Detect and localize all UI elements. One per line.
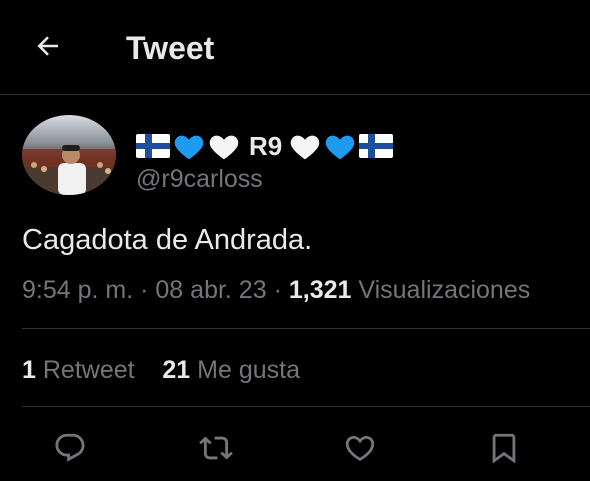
flag-finland-icon: [359, 134, 394, 158]
author-display-name[interactable]: R9: [136, 128, 394, 164]
avatar-photo: [22, 115, 116, 195]
blue-heart-icon: [174, 135, 204, 160]
likes-stat[interactable]: 21 Me gusta: [162, 356, 300, 384]
reply-icon: [55, 433, 85, 462]
back-button[interactable]: [30, 28, 66, 64]
tweet-stats: 1 Retweet 21 Me gusta: [22, 351, 300, 389]
flag-finland-icon: [136, 134, 170, 158]
author-name: R9: [249, 130, 283, 161]
page-title: Tweet: [126, 30, 215, 66]
tweet-time[interactable]: 9:54 p. m.: [22, 276, 133, 304]
views-count: 1,321: [288, 276, 352, 304]
top-bar: Tweet: [0, 0, 590, 95]
meta-separator: ·: [273, 276, 282, 304]
white-heart-icon: [209, 135, 239, 160]
like-button[interactable]: [340, 428, 380, 468]
author-handle[interactable]: @r9carloss: [136, 162, 263, 196]
likes-count: 21: [162, 356, 191, 384]
tweet-meta: 9:54 p. m. · 08 abr. 23 · 1,321 Visualiz…: [22, 271, 530, 309]
reply-button[interactable]: [50, 428, 90, 468]
bookmark-icon: [492, 433, 516, 464]
white-heart-icon: [290, 135, 320, 160]
bookmark-button[interactable]: [484, 428, 524, 468]
views-label: Visualizaciones: [358, 276, 531, 304]
divider: [22, 406, 590, 407]
retweets-stat[interactable]: 1 Retweet: [22, 356, 135, 384]
avatar[interactable]: [22, 115, 116, 195]
arrow-left-icon: [37, 36, 58, 56]
tweet-text: Cagadota de Andrada.: [22, 224, 313, 256]
blue-heart-icon: [325, 135, 355, 160]
like-icon: [345, 435, 375, 461]
retweets-label: Retweet: [42, 356, 135, 384]
tweet-date[interactable]: 08 abr. 23: [155, 276, 266, 304]
likes-label: Me gusta: [197, 356, 300, 384]
retweet-button[interactable]: [196, 428, 236, 468]
retweet-icon: [199, 436, 233, 460]
retweets-count: 1: [22, 356, 36, 384]
meta-separator: ·: [140, 276, 149, 304]
divider: [22, 328, 590, 329]
